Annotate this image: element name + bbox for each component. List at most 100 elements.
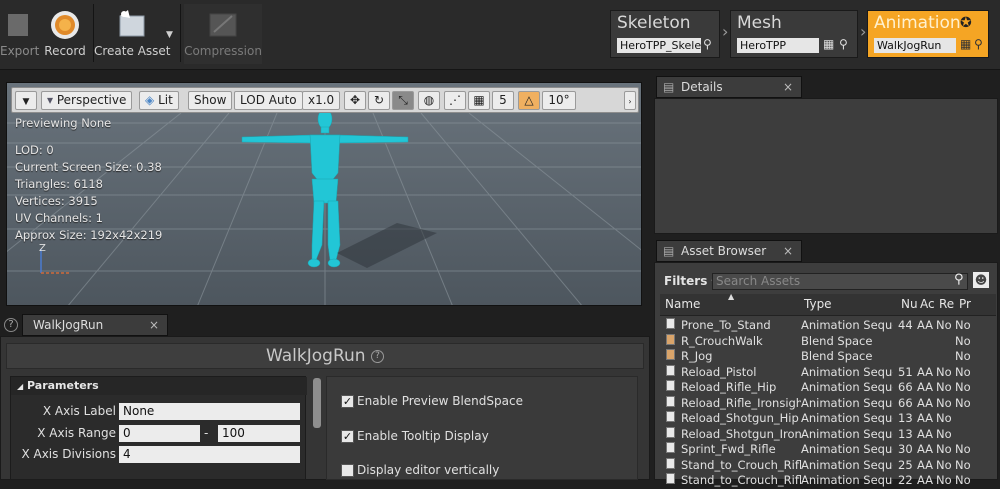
chevron-down-icon: ▼ [22,97,30,107]
rotate-tool[interactable]: ↻ [368,91,390,110]
parameters-header[interactable]: ◢ Parameters [11,377,307,395]
surface-snap-toggle[interactable]: ⋰ [444,91,466,110]
breadcrumb-animation[interactable]: Animation ✪ WalkJogRun ▦ ⚲ [867,10,989,58]
search-assets-input[interactable]: Search Assets [712,273,968,290]
table-row[interactable]: Reload_Shotgun_HipAnimation Sequence 13 AA… [662,411,996,427]
third-option-row[interactable]: Display editor vertically [341,464,541,480]
table-row[interactable]: Stand_to_Crouch_RifleAnimation Sequence 2… [662,457,996,474]
lit-button[interactable]: ◈ Lit [139,91,179,110]
tab-details[interactable]: ▤ Details × [656,76,802,98]
chevron-right-icon: › [722,22,729,41]
grid-icon[interactable]: ▦ [960,37,971,51]
viewport-expand-button[interactable]: › [624,91,636,110]
asset-additive: AA [917,473,933,487]
create-asset-button[interactable]: Create Asset ▼ [94,4,176,64]
close-icon[interactable]: × [149,315,159,335]
export-label: Export [0,44,40,58]
enable-preview-checkbox[interactable]: ✓ [341,395,354,408]
speed-button[interactable]: x1.0 [302,91,341,110]
x-axis-divisions-label: X Axis Divisions [21,447,116,461]
details-tab-label: Details [681,80,723,94]
angle-size-button[interactable]: 10° [542,91,576,110]
filters-label: Filters [664,274,708,288]
filters-button[interactable]: Filters ▼ [664,274,718,288]
close-icon[interactable]: × [783,77,793,97]
column-header-pr[interactable]: Pr [959,297,971,311]
animation-field[interactable]: WalkJogRun [874,38,956,53]
export-icon [8,14,28,36]
search-icon[interactable]: ⚲ [974,37,983,51]
table-row[interactable]: Reload_PistolAnimation Sequence51AANoNo [662,364,996,381]
column-header-name[interactable]: Name [665,297,700,311]
world-local-toggle[interactable]: ◍ [418,91,440,110]
asset-additive: AA [917,318,933,332]
grid-size-button[interactable]: 5 [492,91,514,110]
table-row[interactable]: Reload_Shotgun_IronsightsAnimation Seque… [662,426,996,443]
third-option-checkbox[interactable] [341,464,354,477]
table-row[interactable]: R_CrouchWalk Blend Space No [662,333,996,350]
x-axis-range-min-input[interactable]: 0 [119,425,200,442]
breadcrumb-skeleton[interactable]: Skeleton HeroTPP_Skeleton ⚲ [610,10,720,58]
table-row[interactable]: R_Jog Blend Space No [662,349,996,365]
column-header-ac[interactable]: Ac [920,297,935,311]
table-row[interactable]: Reload_Rifle_IronsightsAnimation Sequenc… [662,395,996,412]
chevron-down-icon[interactable]: ▼ [166,30,173,40]
star-icon: ✪ [960,15,972,31]
asset-browser-icon: ▤ [663,244,675,258]
stat-vertices: Vertices: 3915 [15,194,98,208]
help-icon[interactable]: ? [4,318,18,332]
user-icon[interactable]: ☻ [973,272,989,288]
compression-button[interactable]: Compression [184,4,262,64]
help-icon[interactable]: ? [370,349,384,363]
x-axis-range-label: X Axis Range [37,426,116,440]
asset-preview: No [955,442,971,456]
breadcrumb-animation-title: Animation [874,13,961,33]
table-row[interactable]: Reload_Rifle_HipAnimation Sequence66AANo… [662,380,996,396]
angle-snap-toggle[interactable]: △ [518,91,540,110]
parameters-scrollbar[interactable] [313,378,321,428]
asset-retarget: No [936,473,952,487]
search-icon[interactable]: ⚲ [954,272,964,287]
rotate-icon: ↻ [373,93,385,107]
search-icon[interactable]: ⚲ [839,37,848,51]
stat-lod: LOD: 0 [15,143,54,157]
viewport-toolbar: ▼ ▾ Perspective ◈ Lit Show LOD Auto x1.0… [11,87,639,113]
table-row[interactable]: Sprint_Fwd_RifleAnimation Sequence30AANo… [662,442,996,458]
mesh-field[interactable]: HeroTPP [737,38,819,53]
asset-retarget: No [936,411,952,425]
x-axis-range-max-input[interactable]: 100 [218,425,300,442]
show-button[interactable]: Show [188,91,233,110]
perspective-button[interactable]: ▾ Perspective [41,91,133,110]
tab-asset-browser[interactable]: ▤ Asset Browser × [656,240,802,262]
x-axis-divisions-input[interactable]: 4 [119,446,300,463]
grid-icon[interactable]: ▦ [823,37,834,51]
preview-viewport[interactable]: ▼ ▾ Perspective ◈ Lit Show LOD Auto x1.0… [6,82,642,306]
grid-snap-toggle[interactable]: ▦ [468,91,490,110]
translate-tool[interactable]: ✥ [344,91,366,110]
column-header-type[interactable]: Type [804,297,832,311]
export-button[interactable]: Export [0,4,40,64]
speed-label: x1.0 [308,93,335,107]
table-row[interactable]: Stand_to_Crouch_RifleAnimation Sequence 2… [662,473,996,489]
record-button[interactable]: Record [40,4,90,64]
search-icon[interactable]: ⚲ [703,37,712,51]
close-icon[interactable]: × [783,241,793,261]
lit-icon: ◈ [145,93,155,107]
lod-label: LOD Auto [240,93,297,107]
asset-additive: AA [917,411,933,425]
viewport-options-button[interactable]: ▼ [15,91,37,110]
skeleton-field[interactable]: HeroTPP_Skeleton [617,38,701,53]
record-icon [51,11,79,39]
breadcrumb-mesh[interactable]: Mesh HeroTPP ▦ ⚲ [730,10,858,58]
x-axis-label-input[interactable]: None [119,403,300,420]
tab-walkjogrun[interactable]: WalkJogRun × [22,314,168,336]
enable-tooltip-checkbox[interactable]: ✓ [341,430,354,443]
asset-preview: No [955,333,971,348]
column-header-nu[interactable]: Nu [901,297,918,311]
collapse-icon: ◢ [17,382,24,391]
scale-tool[interactable]: ⤡ [392,91,414,110]
animation-sequence-icon [666,395,675,407]
column-header-re[interactable]: Re [939,297,954,311]
table-row[interactable]: Prone_To_StandAnimation Sequence44AANoNo [662,318,996,334]
lod-button[interactable]: LOD Auto [234,91,303,110]
